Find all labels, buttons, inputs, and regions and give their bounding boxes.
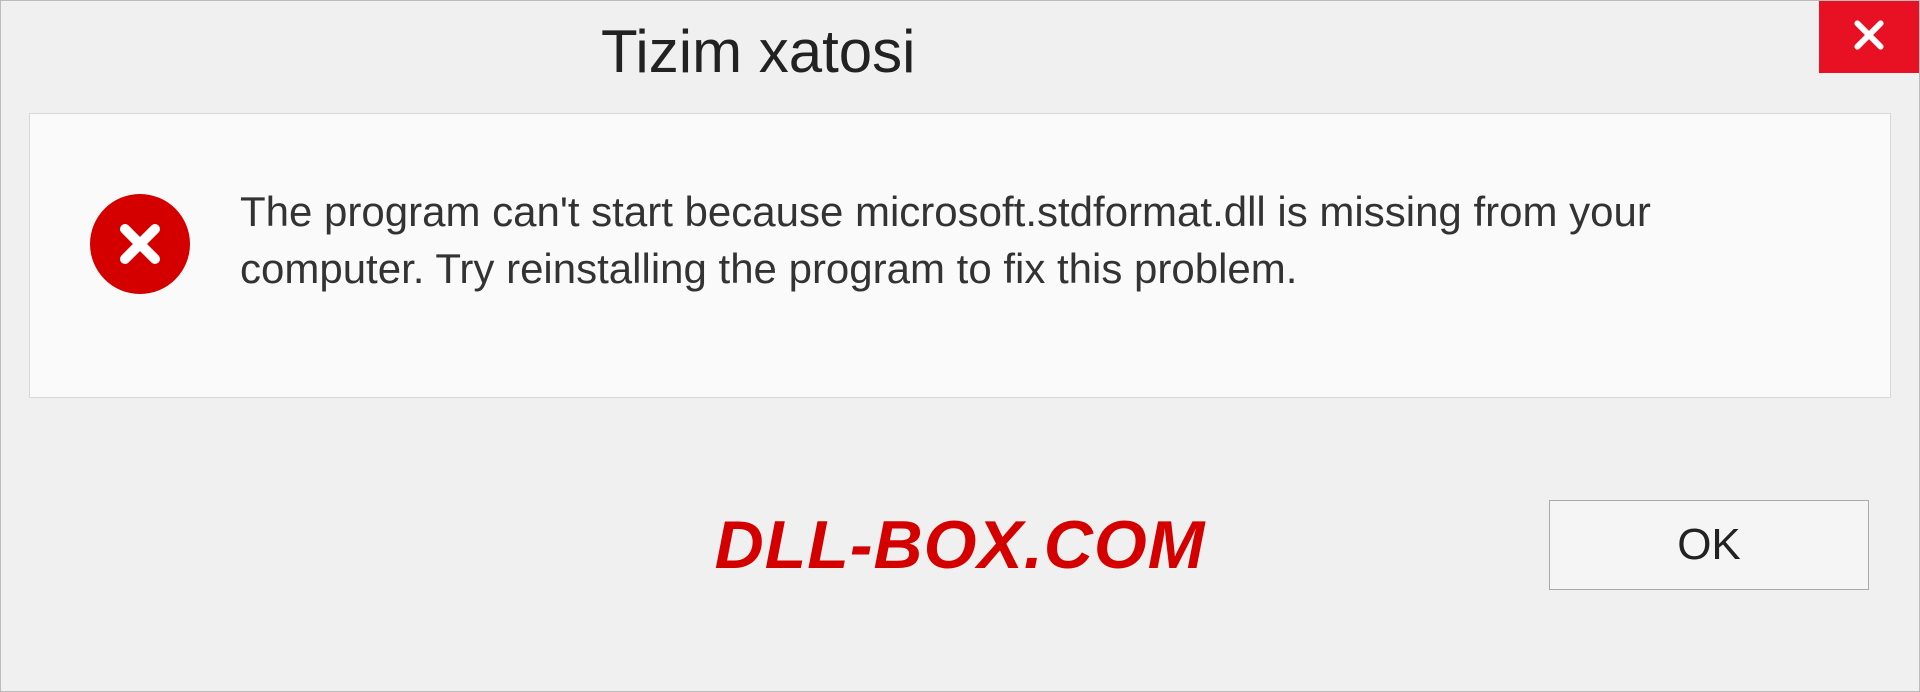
error-icon — [90, 194, 190, 294]
watermark-text: DLL-BOX.COM — [715, 506, 1206, 584]
ok-button[interactable]: OK — [1549, 500, 1869, 590]
titlebar: Tizim xatosi — [1, 1, 1919, 101]
close-icon — [1849, 15, 1889, 60]
content-panel: The program can't start because microsof… — [29, 113, 1891, 398]
error-message: The program can't start because microsof… — [240, 184, 1820, 297]
error-dialog: Tizim xatosi The program can't start bec… — [0, 0, 1920, 692]
dialog-footer: DLL-BOX.COM OK — [1, 398, 1919, 691]
dialog-title: Tizim xatosi — [601, 17, 915, 86]
close-button[interactable] — [1819, 1, 1919, 73]
